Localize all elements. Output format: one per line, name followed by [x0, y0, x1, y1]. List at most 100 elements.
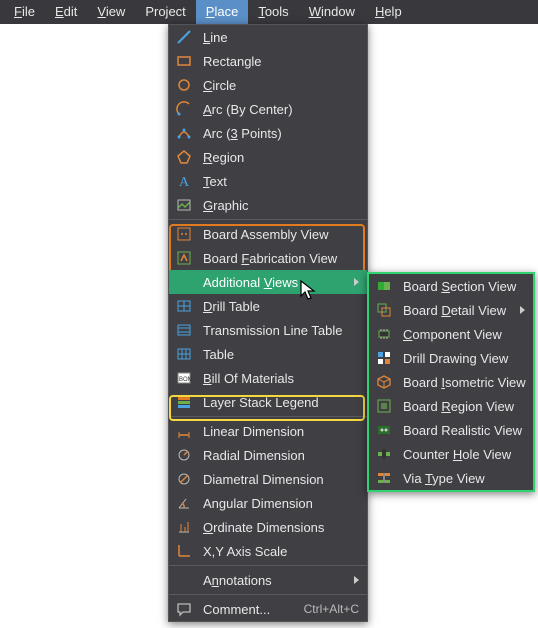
menu-item-text[interactable]: A Text — [169, 169, 367, 193]
menu-item-text-label: Text — [203, 174, 359, 189]
region-icon — [173, 146, 195, 168]
menu-item-layer-stack-legend[interactable]: Layer Stack Legend — [169, 390, 367, 414]
menu-item-annotations-label: Annotations — [203, 573, 350, 588]
menu-item-arc-3-points-[interactable]: Arc (3 Points) — [169, 121, 367, 145]
menu-item-rectangle[interactable]: Rectangle — [169, 49, 367, 73]
rectangle-icon — [173, 50, 195, 72]
drill-icon — [173, 295, 195, 317]
submenu-item-component-view[interactable]: Component View — [369, 322, 533, 346]
place-menu: Line Rectangle Circle Arc (By Center) Arc (3… — [168, 24, 368, 622]
menu-item-drill-table-label: Drill Table — [203, 299, 359, 314]
menu-item-x-y-axis-scale[interactable]: X,Y Axis Scale — [169, 539, 367, 563]
menu-separator — [169, 565, 367, 566]
menu-item-board-fabrication-view[interactable]: Board Fabrication View — [169, 246, 367, 270]
menu-separator — [169, 416, 367, 417]
menu-item-linear-dimension[interactable]: Linear Dimension — [169, 419, 367, 443]
assembly-icon — [173, 223, 195, 245]
menu-item-ordinate-dimensions[interactable]: Ordinate Dimensions — [169, 515, 367, 539]
menu-item-line[interactable]: Line — [169, 25, 367, 49]
fabrication-icon — [173, 247, 195, 269]
menu-item-ordinate-dimensions-label: Ordinate Dimensions — [203, 520, 359, 535]
arc-center-icon — [173, 98, 195, 120]
menu-separator — [169, 219, 367, 220]
menubar: FileEditViewProjectPlaceToolsWindowHelp — [0, 0, 538, 24]
submenu-item-board-detail-view-label: Board Detail View — [403, 303, 516, 318]
menu-item-region[interactable]: Region — [169, 145, 367, 169]
menubar-item-view[interactable]: View — [87, 0, 135, 24]
submenu-item-board-detail-view[interactable]: Board Detail View — [369, 298, 533, 322]
menubar-item-help[interactable]: Help — [365, 0, 412, 24]
menu-item-bill-of-materials-label: Bill Of Materials — [203, 371, 359, 386]
menu-item-board-assembly-view[interactable]: Board Assembly View — [169, 222, 367, 246]
submenu-item-board-isometric-view-label: Board Isometric View — [403, 375, 526, 390]
additional-views-submenu: Board Section View Board Detail View Compo… — [367, 272, 535, 492]
menu-item-bill-of-materials[interactable]: BOM Bill Of Materials — [169, 366, 367, 390]
menu-item-circle-label: Circle — [203, 78, 359, 93]
menu-item-region-label: Region — [203, 150, 359, 165]
menu-separator — [169, 594, 367, 595]
menu-item-arc-by-center-[interactable]: Arc (By Center) — [169, 97, 367, 121]
menu-item-arc-3-points--label: Arc (3 Points) — [203, 126, 359, 141]
menubar-item-tools[interactable]: Tools — [248, 0, 298, 24]
menu-item-rectangle-label: Rectangle — [203, 54, 359, 69]
linear-icon — [173, 420, 195, 442]
submenu-item-component-view-label: Component View — [403, 327, 525, 342]
menu-item-additional-views[interactable]: Additional Views — [169, 270, 367, 294]
menu-item-x-y-axis-scale-label: X,Y Axis Scale — [203, 544, 359, 559]
submenu-item-board-realistic-view[interactable]: Board Realistic View — [369, 418, 533, 442]
menu-item-graphic[interactable]: Graphic — [169, 193, 367, 217]
menubar-item-edit[interactable]: Edit — [45, 0, 87, 24]
menu-item-additional-views-label: Additional Views — [203, 275, 350, 290]
comment-icon — [173, 598, 195, 620]
menu-item-table-label: Table — [203, 347, 359, 362]
realistic-icon — [373, 419, 395, 441]
menu-item-transmission-line-table[interactable]: Transmission Line Table — [169, 318, 367, 342]
radial-icon — [173, 444, 195, 466]
diametral-icon — [173, 468, 195, 490]
menu-item-angular-dimension[interactable]: Angular Dimension — [169, 491, 367, 515]
menu-item-linear-dimension-label: Linear Dimension — [203, 424, 359, 439]
menu-item-radial-dimension-label: Radial Dimension — [203, 448, 359, 463]
menu-item-diametral-dimension-label: Diametral Dimension — [203, 472, 359, 487]
menu-item-radial-dimension[interactable]: Radial Dimension — [169, 443, 367, 467]
menubar-item-project[interactable]: Project — [135, 0, 195, 24]
menubar-item-place[interactable]: Place — [196, 0, 249, 24]
menu-item-layer-stack-legend-label: Layer Stack Legend — [203, 395, 359, 410]
menubar-item-file[interactable]: File — [4, 0, 45, 24]
menubar-item-window[interactable]: Window — [299, 0, 365, 24]
menu-item-drill-table[interactable]: Drill Table — [169, 294, 367, 318]
menu-item-diametral-dimension[interactable]: Diametral Dimension — [169, 467, 367, 491]
legend-icon — [173, 391, 195, 413]
drilldraw-icon — [373, 347, 395, 369]
submenu-item-counter-hole-view[interactable]: Counter Hole View — [369, 442, 533, 466]
submenu-arrow-icon — [354, 576, 359, 584]
submenu-item-board-region-view[interactable]: Board Region View — [369, 394, 533, 418]
menu-item-comment[interactable]: Comment...Ctrl+Alt+C — [169, 597, 367, 621]
via-icon — [373, 467, 395, 489]
arc-3pt-icon — [173, 122, 195, 144]
submenu-item-board-realistic-view-label: Board Realistic View — [403, 423, 525, 438]
submenu-item-counter-hole-view-label: Counter Hole View — [403, 447, 525, 462]
table-icon — [173, 343, 195, 365]
menu-item-graphic-label: Graphic — [203, 198, 359, 213]
detail-icon — [373, 299, 395, 321]
menu-item-table[interactable]: Table — [169, 342, 367, 366]
regionview-icon — [373, 395, 395, 417]
menu-item-annotations[interactable]: Annotations — [169, 568, 367, 592]
menu-item-angular-dimension-label: Angular Dimension — [203, 496, 359, 511]
menu-item-board-assembly-view-label: Board Assembly View — [203, 227, 359, 242]
text-icon: A — [173, 170, 195, 192]
menu-item-arc-by-center--label: Arc (By Center) — [203, 102, 359, 117]
component-icon — [373, 323, 395, 345]
submenu-item-board-section-view[interactable]: Board Section View — [369, 274, 533, 298]
submenu-item-via-type-view[interactable]: Via Type View — [369, 466, 533, 490]
submenu-item-drill-drawing-view[interactable]: Drill Drawing View — [369, 346, 533, 370]
menu-item-comment-shortcut: Ctrl+Alt+C — [304, 602, 359, 616]
submenu-item-via-type-view-label: Via Type View — [403, 471, 525, 486]
 — [173, 271, 195, 293]
menu-item-circle[interactable]: Circle — [169, 73, 367, 97]
line-icon — [173, 26, 195, 48]
svg-text:BOM: BOM — [179, 377, 192, 383]
submenu-item-board-isometric-view[interactable]: Board Isometric View — [369, 370, 533, 394]
menu-item-line-label: Line — [203, 30, 359, 45]
